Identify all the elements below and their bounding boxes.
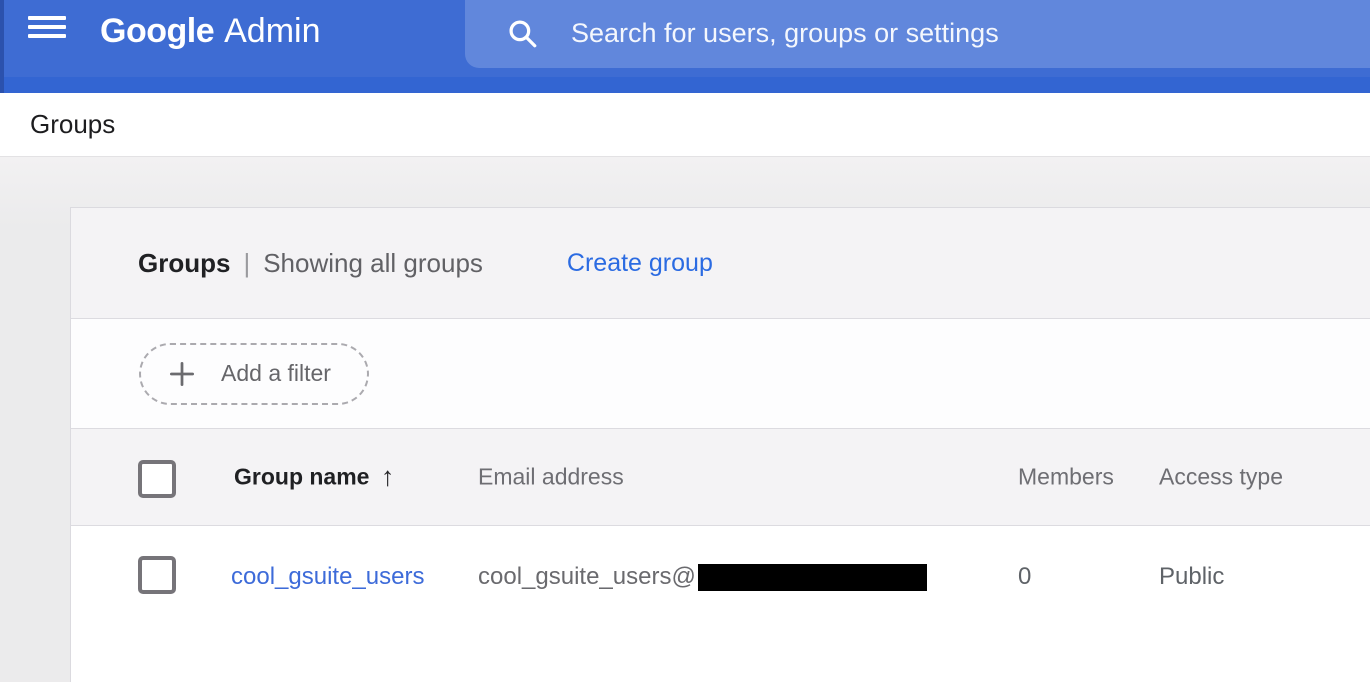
card-title-section: Groups | Showing all groups Create group: [71, 208, 1370, 319]
column-header-members: Members: [1018, 464, 1114, 491]
filter-section: Add a filter: [71, 319, 1370, 429]
members-count: 0: [1018, 563, 1031, 591]
create-group-button[interactable]: Create group: [567, 249, 713, 278]
hamburger-bar: [28, 16, 66, 20]
search-icon: [505, 16, 539, 50]
breadcrumb-groups-label: Groups: [30, 109, 115, 140]
search-input[interactable]: Search for users, groups or settings: [465, 0, 1370, 68]
table-row: cool_gsuite_users cool_gsuite_users@ 0 P…: [71, 526, 1370, 678]
main-content: Groups | Showing all groups Create group…: [0, 157, 1370, 680]
logo-google-text: Google: [100, 12, 214, 51]
groups-card: Groups | Showing all groups Create group…: [70, 207, 1370, 682]
page-subtitle: Showing all groups: [263, 248, 483, 279]
group-email-text: cool_gsuite_users@: [478, 563, 696, 591]
breadcrumb: Groups: [0, 93, 1370, 157]
table-header-row: Group name ↑ Email address Members Acces…: [71, 429, 1370, 526]
search-placeholder-text: Search for users, groups or settings: [571, 18, 999, 49]
column-header-group-name[interactable]: Group name: [234, 464, 369, 491]
column-header-access-type: Access type: [1159, 464, 1283, 491]
hamburger-bar: [28, 25, 66, 29]
page-title: Groups: [138, 248, 230, 279]
sort-ascending-icon[interactable]: ↑: [381, 462, 395, 493]
access-type-value: Public: [1159, 563, 1224, 591]
app-bar-bottom-band: [0, 77, 1370, 93]
add-filter-label: Add a filter: [221, 360, 331, 387]
hamburger-menu-icon[interactable]: [28, 16, 66, 38]
hamburger-bar: [28, 34, 66, 38]
plus-icon: [167, 359, 197, 389]
row-checkbox[interactable]: [138, 556, 176, 594]
group-name-link[interactable]: cool_gsuite_users: [231, 563, 424, 591]
redacted-email-domain: [698, 564, 927, 591]
select-all-checkbox[interactable]: [138, 460, 176, 498]
app-bar-left-edge: [0, 0, 4, 93]
google-admin-logo[interactable]: Google Admin: [100, 0, 320, 62]
title-separator: |: [243, 248, 250, 279]
add-filter-button[interactable]: Add a filter: [139, 343, 369, 405]
app-bar: Google Admin Search for users, groups or…: [0, 0, 1370, 93]
column-header-email: Email address: [478, 464, 624, 491]
logo-admin-text: Admin: [224, 12, 320, 51]
